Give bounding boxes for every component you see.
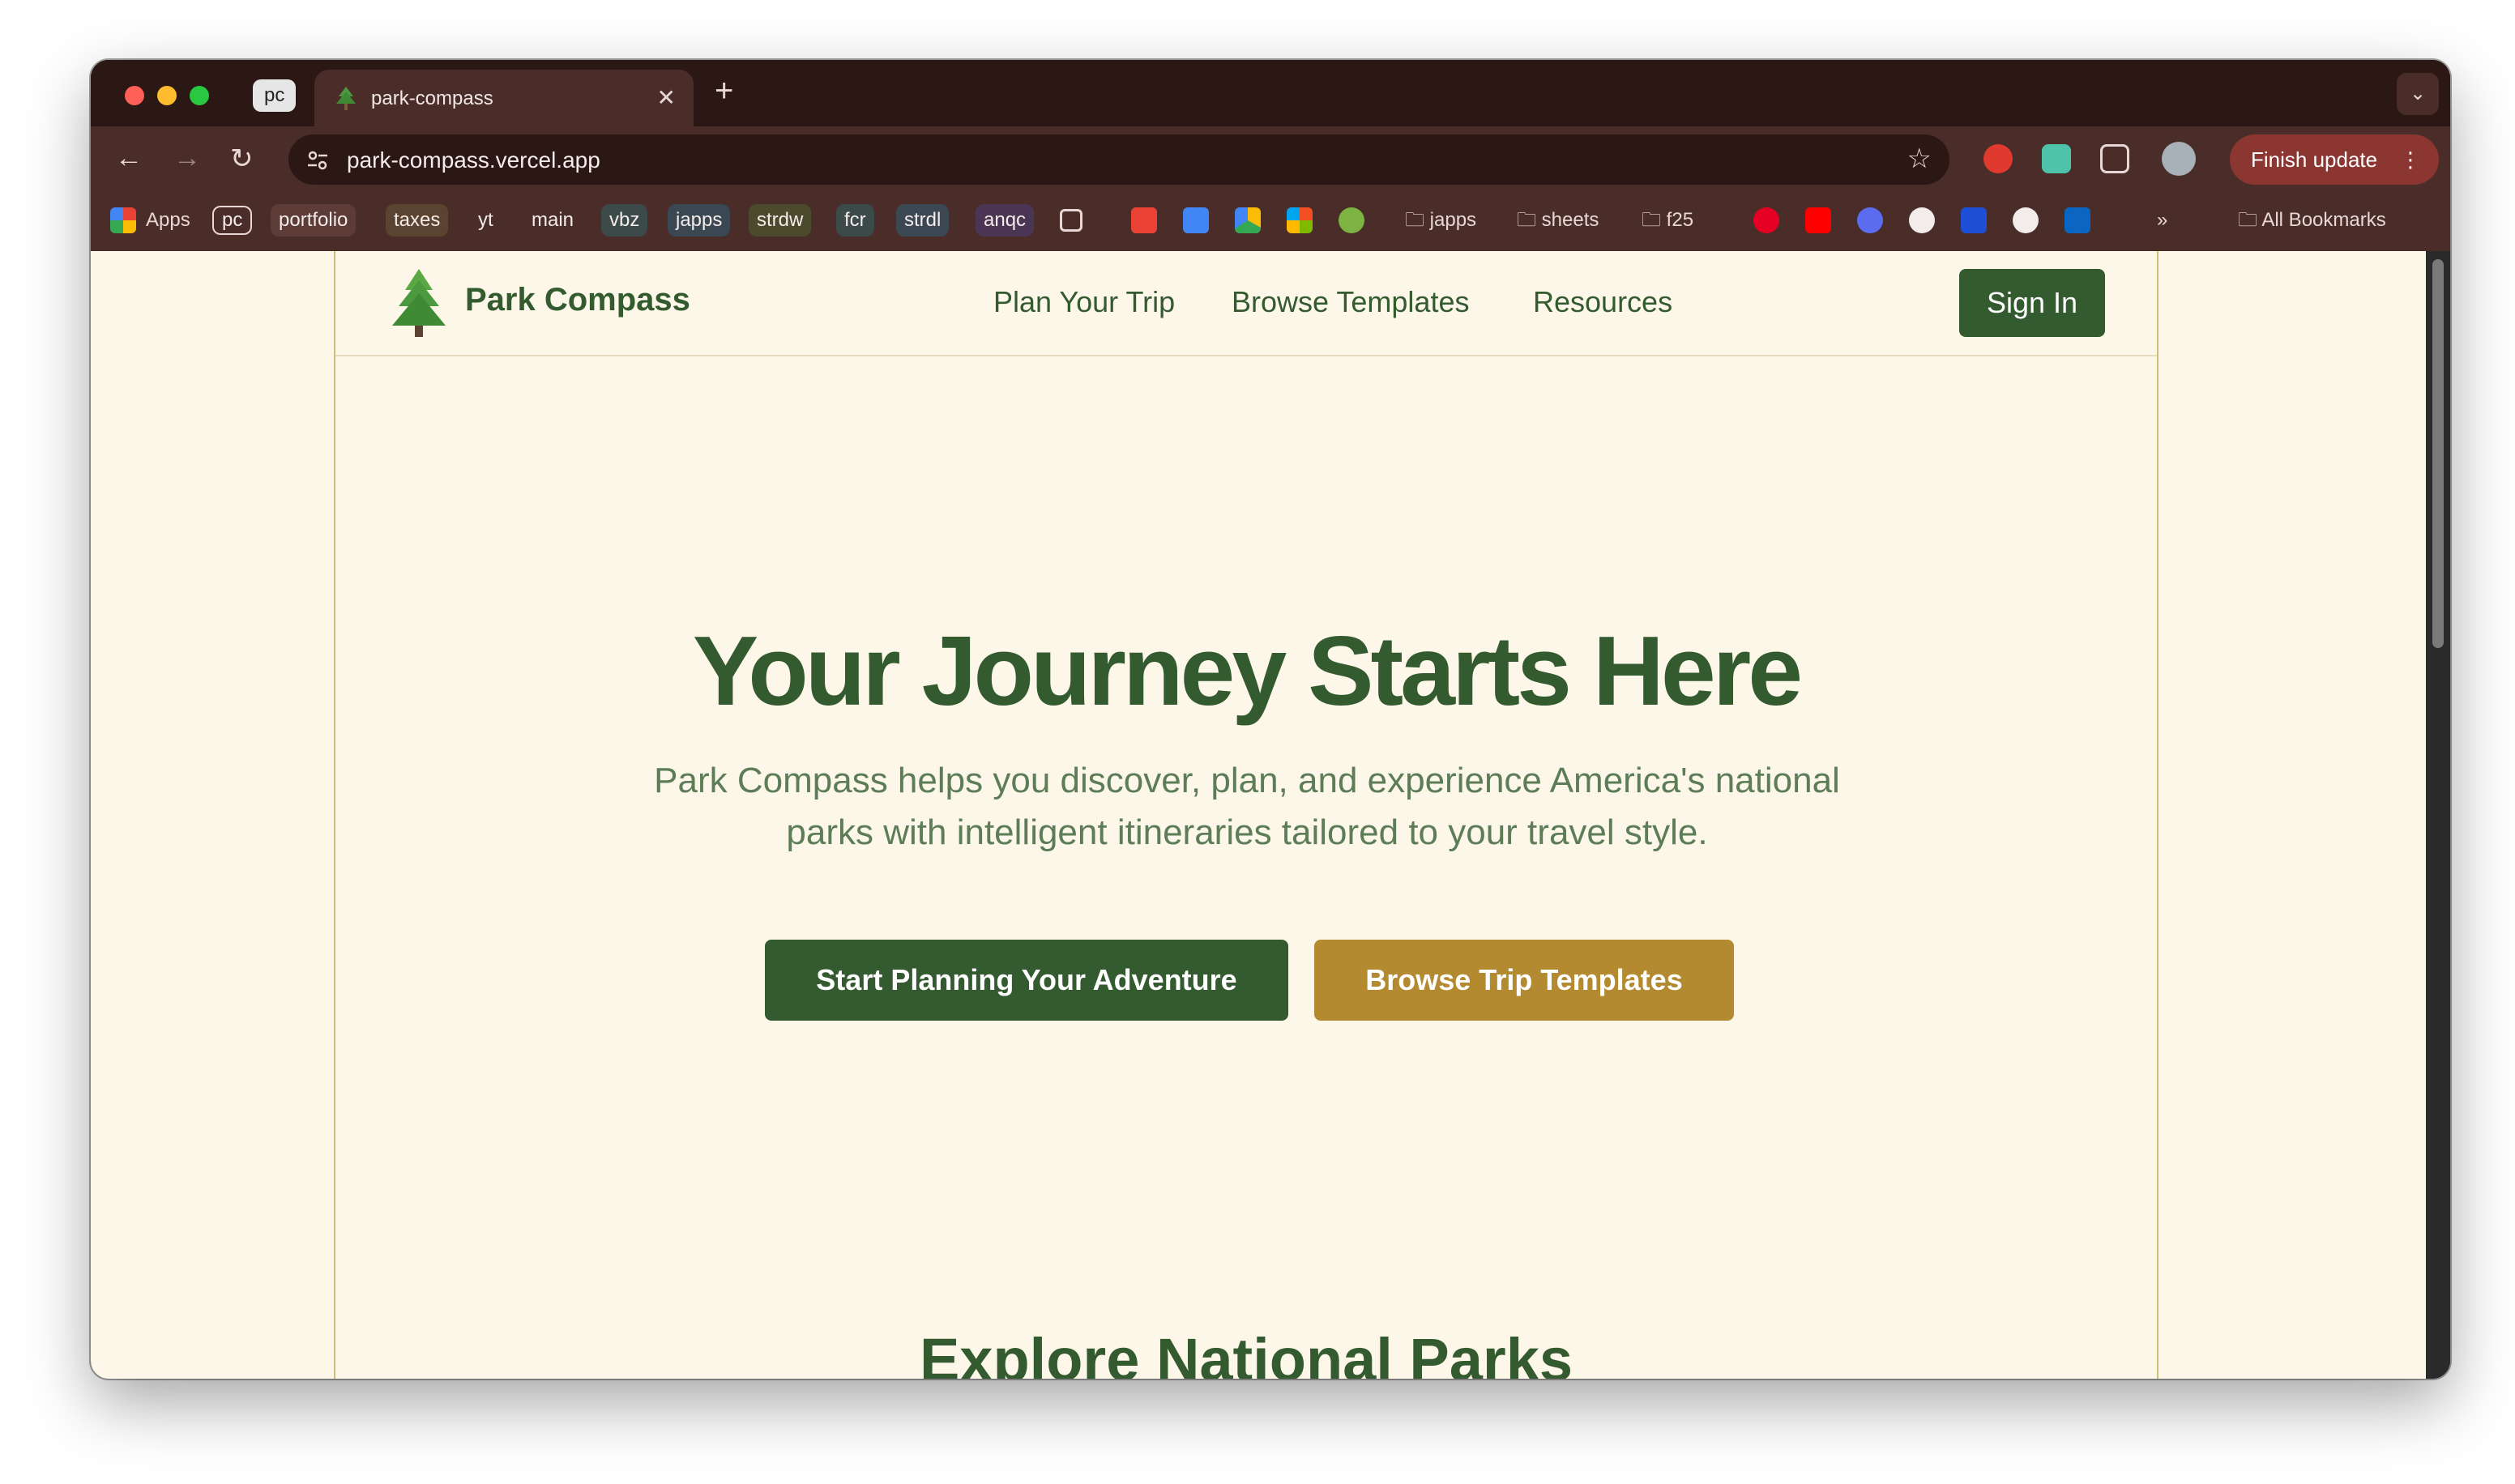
hero-title: Your Journey Starts Here: [692, 616, 1803, 726]
site-header: Park Compass Plan Your Trip Browse Templ…: [335, 251, 2157, 356]
microsoft-icon[interactable]: [1287, 207, 1313, 233]
bookmark-vbz[interactable]: vbz: [601, 204, 648, 237]
bookmark-strdl[interactable]: strdl: [896, 204, 950, 237]
bookmark-fcr[interactable]: fcr: [836, 204, 874, 237]
zoom-window-button[interactable]: [190, 86, 209, 105]
linkedin-icon[interactable]: [2065, 207, 2090, 233]
tree-icon: [336, 87, 356, 110]
back-icon[interactable]: ←: [115, 143, 143, 174]
nav-resources[interactable]: Resources: [1533, 285, 1672, 319]
reload-icon[interactable]: ↻: [230, 143, 254, 175]
minimize-window-button[interactable]: [157, 86, 177, 105]
tab-group-chip[interactable]: pc: [253, 79, 297, 112]
bookmark-folder-f25[interactable]: 🗀 f25: [1633, 204, 1702, 237]
tree-icon[interactable]: [392, 269, 446, 337]
gmail-icon[interactable]: [1131, 207, 1157, 233]
apps-grid-icon: [110, 207, 136, 233]
tab-groups-icon[interactable]: [1060, 209, 1082, 232]
site-settings-icon[interactable]: [305, 147, 331, 173]
pinterest-icon[interactable]: [1753, 207, 1779, 233]
page-scrollbar[interactable]: [2426, 251, 2450, 1379]
page-container: Park Compass Plan Your Trip Browse Templ…: [334, 251, 2158, 1379]
bookmark-star-icon[interactable]: ☆: [1907, 143, 1932, 175]
all-bookmarks[interactable]: 🗀 All Bookmarks: [2230, 204, 2394, 237]
brand-name[interactable]: Park Compass: [465, 282, 690, 318]
tab-title: park-compass: [371, 87, 493, 109]
url-text: park-compass.vercel.app: [347, 147, 600, 173]
app-a-icon[interactable]: [1961, 207, 1987, 233]
browser-window: pc park-compass ✕ + ⌄ ← → ↻ park-compass…: [91, 60, 2450, 1379]
new-tab-button[interactable]: +: [715, 73, 733, 109]
bookmark-apps[interactable]: Apps: [138, 204, 199, 237]
extension-teal-icon[interactable]: [2042, 144, 2071, 173]
github-icon[interactable]: [1909, 207, 1935, 233]
tab-strip: pc park-compass ✕ + ⌄: [91, 60, 2450, 126]
folder-label: japps: [1429, 209, 1477, 231]
youtube-icon[interactable]: [1805, 207, 1831, 233]
plant-icon[interactable]: [1339, 207, 1364, 233]
bookmark-japps[interactable]: japps: [668, 204, 731, 237]
profile-avatar[interactable]: [2162, 142, 2196, 176]
start-planning-button[interactable]: Start Planning Your Adventure: [765, 940, 1288, 1021]
browser-toolbar: ← → ↻ park-compass.vercel.app ☆ Finish u…: [91, 126, 2450, 191]
tab-search-button[interactable]: ⌄: [2397, 73, 2439, 115]
bookmark-yt[interactable]: yt: [470, 204, 502, 237]
extension-red-icon[interactable]: [1983, 144, 2013, 173]
close-window-button[interactable]: [125, 86, 144, 105]
bookmark-folder-sheets[interactable]: 🗀 sheets: [1509, 204, 1607, 237]
calendar-icon[interactable]: [1183, 207, 1209, 233]
browse-templates-button[interactable]: Browse Trip Templates: [1314, 940, 1734, 1021]
forward-icon[interactable]: →: [173, 143, 201, 174]
more-menu-icon: ⋮: [2400, 147, 2421, 172]
nav-plan-your-trip[interactable]: Plan Your Trip: [993, 285, 1175, 319]
close-tab-icon[interactable]: ✕: [657, 84, 676, 111]
extensions-puzzle-icon[interactable]: [2100, 144, 2129, 173]
bookmark-strdw[interactable]: strdw: [749, 204, 812, 237]
sign-in-button[interactable]: Sign In: [1959, 269, 2105, 337]
nav-browse-templates[interactable]: Browse Templates: [1232, 285, 1469, 319]
folder-label: sheets: [1541, 209, 1599, 231]
bookmark-anqc[interactable]: anqc: [976, 204, 1035, 237]
scrollbar-thumb[interactable]: [2432, 259, 2444, 648]
bookmark-folder-japps[interactable]: 🗀 japps: [1397, 204, 1484, 237]
bookmark-pc[interactable]: pc: [212, 206, 253, 235]
finish-update-button[interactable]: Finish update ⋮: [2230, 134, 2439, 185]
extension-blue-icon[interactable]: [1857, 207, 1883, 233]
bookmark-main[interactable]: main: [523, 204, 582, 237]
bookmark-portfolio[interactable]: portfolio: [271, 204, 357, 237]
all-bookmarks-label: All Bookmarks: [2261, 209, 2386, 231]
web-viewport: Park Compass Plan Your Trip Browse Templ…: [91, 251, 2426, 1379]
hero-subtitle: Park Compass helps you discover, plan, a…: [654, 761, 1840, 852]
bookmark-taxes[interactable]: taxes: [386, 204, 449, 237]
address-bar[interactable]: park-compass.vercel.app ☆: [288, 134, 1949, 185]
openai-icon[interactable]: [2013, 207, 2039, 233]
active-tab[interactable]: park-compass ✕: [314, 70, 694, 126]
drive-icon[interactable]: [1235, 207, 1261, 233]
section-title: Explore National Parks: [919, 1326, 1573, 1379]
bookmarks-bar: Apps pc portfolio taxes yt main vbz japp…: [91, 191, 2450, 251]
more-bookmarks-icon[interactable]: »: [2149, 204, 2176, 237]
finish-update-label: Finish update: [2251, 147, 2378, 172]
folder-label: f25: [1666, 209, 1694, 231]
